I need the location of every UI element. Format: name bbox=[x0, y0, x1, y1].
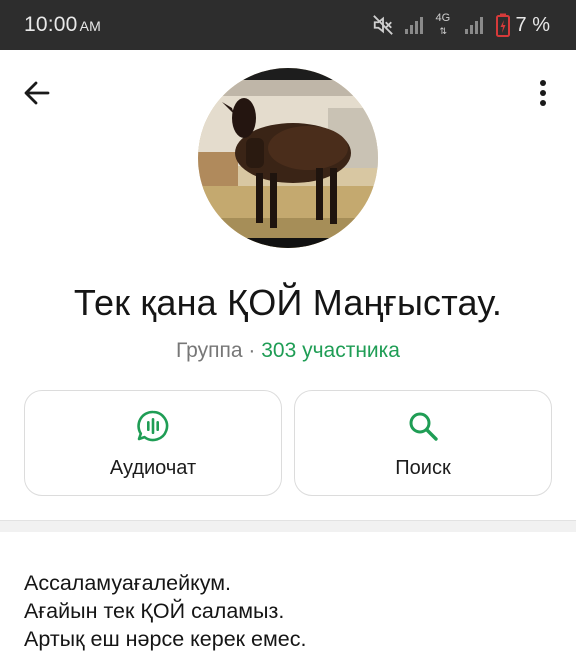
description-line: Артық еш нәрсе керек емес. bbox=[24, 627, 307, 651]
mute-icon bbox=[372, 15, 393, 35]
audio-chat-button[interactable]: Аудиочат bbox=[24, 390, 282, 496]
audio-chat-icon bbox=[137, 410, 169, 442]
battery-icon bbox=[495, 13, 510, 37]
description-line: Ассаламуағалейкум. bbox=[24, 571, 232, 595]
search-label: Поиск bbox=[395, 457, 451, 479]
status-time: 10:00 AM bbox=[24, 13, 101, 37]
status-icons: 4G ⇅ 7 % bbox=[372, 12, 550, 38]
search-icon bbox=[409, 412, 438, 441]
battery-percent: 7 % bbox=[515, 13, 550, 36]
description-line: Ағайын тек ҚОЙ саламыз. bbox=[24, 599, 285, 623]
signal-icon bbox=[404, 17, 423, 34]
group-type-label: Группа bbox=[175, 339, 243, 362]
subtitle-separator: · bbox=[242, 339, 262, 362]
members-count-link[interactable]: 303 участника bbox=[261, 339, 400, 362]
group-avatar[interactable] bbox=[198, 68, 378, 248]
group-title: Тек қана ҚОЙ Маңғыстау. bbox=[73, 282, 503, 323]
sheep-photo-icon bbox=[198, 68, 378, 248]
section-divider bbox=[0, 520, 576, 532]
back-icon[interactable] bbox=[22, 78, 52, 108]
group-description: Ассаламуағалейкум. Ағайын тек ҚОЙ саламы… bbox=[24, 569, 554, 653]
audio-chat-label: Аудиочат bbox=[109, 457, 197, 479]
status-ampm: AM bbox=[79, 18, 101, 34]
search-button[interactable]: Поиск bbox=[294, 390, 552, 496]
group-subtitle: Группа · 303 участника bbox=[0, 339, 576, 363]
status-clock: 10:00 bbox=[24, 13, 78, 36]
more-vert-icon[interactable] bbox=[530, 78, 556, 108]
network-type-icon: 4G ⇅ bbox=[435, 12, 451, 36]
signal-2-icon bbox=[464, 17, 483, 34]
status-bar: 10:00 AM 4G ⇅ 7 % bbox=[0, 0, 576, 50]
network-type-label: 4G bbox=[435, 12, 451, 24]
